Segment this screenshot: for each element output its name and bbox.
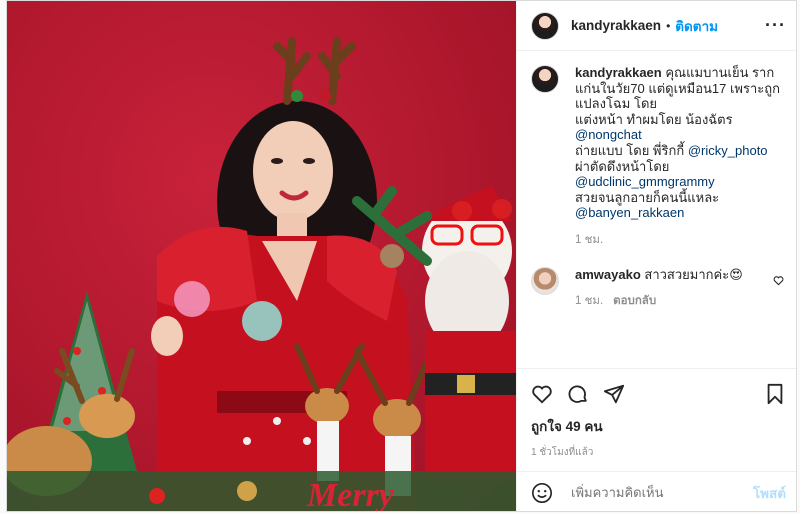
caption-line: แปลงโฉม โดย	[575, 96, 658, 112]
caption-line: คุณแมบานเย็น ราก	[665, 65, 775, 80]
caption-line: แก่นในวัย70 แต่ดูเหมือน17 เพราะถูก	[575, 80, 780, 96]
caption: kandyrakkaen คุณแมบานเย็น ราก แก่นในวัย7…	[531, 65, 784, 249]
comment-username[interactable]: amwayako	[575, 267, 641, 282]
comment-bubble-icon[interactable]	[567, 383, 589, 405]
comment-meta: 1 ชม. ตอบกลับ	[575, 294, 765, 310]
christmas-photo-illustration: Merry	[7, 37, 516, 512]
avatar[interactable]	[531, 65, 559, 93]
reply-button[interactable]: ตอบกลับ	[613, 295, 656, 307]
comment-row: amwayako สาวสวยมากค่ะ😍 1 ชม. ตอบกลับ	[531, 266, 784, 310]
avatar[interactable]	[531, 266, 559, 295]
separator: •	[666, 18, 671, 33]
follow-button[interactable]: ติดตาม	[675, 15, 718, 37]
comment-time[interactable]: 1 ชม.	[575, 295, 603, 307]
post-actions: ถูกใจ 49 คน 1 ชั่วโมงที่แล้ว	[517, 368, 796, 488]
like-heart-icon[interactable]	[531, 383, 553, 405]
action-icons	[531, 383, 786, 405]
comments-section[interactable]: kandyrakkaen คุณแมบานเย็น ราก แก่นในวัย7…	[517, 51, 796, 367]
username[interactable]: kandyrakkaen	[571, 18, 661, 33]
post-timestamp[interactable]: 1 ชั่วโมงที่แล้ว	[531, 445, 786, 460]
likes-count[interactable]: ถูกใจ 49 คน	[531, 415, 786, 437]
post-photo[interactable]: Merry	[7, 1, 516, 512]
caption-username[interactable]: kandyrakkaen	[575, 65, 662, 80]
bookmark-icon[interactable]	[764, 383, 786, 405]
caption-time[interactable]: 1 ชม.	[575, 234, 603, 246]
mention-link[interactable]: @banyen_rakkaen	[575, 205, 780, 221]
caption-line: ผ่าตัดดึงหน้าโดย	[575, 158, 670, 174]
smile-icon[interactable]	[531, 482, 553, 504]
post-header: kandyrakkaen • ติดตาม ···	[517, 1, 796, 51]
comment-input[interactable]	[569, 484, 753, 501]
more-options-icon[interactable]: ···	[765, 15, 786, 36]
comment-like-icon[interactable]	[773, 267, 784, 310]
comment-body: สาวสวยมากค่ะ😍	[644, 266, 743, 282]
comment-text: amwayako สาวสวยมากค่ะ😍 1 ชม. ตอบกลับ	[575, 267, 765, 310]
post-details-panel: kandyrakkaen • ติดตาม ··· kandyrakkaen ค…	[516, 1, 796, 511]
add-comment-bar: โพสต์	[517, 471, 796, 511]
mention-link[interactable]: @ricky_photo	[688, 143, 768, 158]
caption-line: สวยจนลูกอายก็คนนี้แหละ	[575, 189, 720, 205]
post-comment-button[interactable]: โพสต์	[753, 482, 786, 504]
mention-link[interactable]: @nongchat	[575, 127, 780, 143]
caption-line: แต่งหน้า ทำผมโดย น้องฉัตร	[575, 111, 733, 127]
caption-text: kandyrakkaen คุณแมบานเย็น ราก แก่นในวัย7…	[575, 65, 780, 249]
caption-meta: 1 ชม.	[575, 233, 780, 249]
share-send-icon[interactable]	[603, 383, 625, 405]
merry-sign: Merry	[306, 477, 395, 512]
avatar[interactable]	[531, 11, 559, 40]
mention-link[interactable]: @udclinic_gmmgrammy	[575, 174, 780, 190]
post-dialog: Merry kandyrakkaen • ติดตาม ··· kandyrak…	[6, 0, 797, 512]
caption-line: ถ่ายแบบ โดย พี่ริกกี้	[575, 142, 685, 158]
